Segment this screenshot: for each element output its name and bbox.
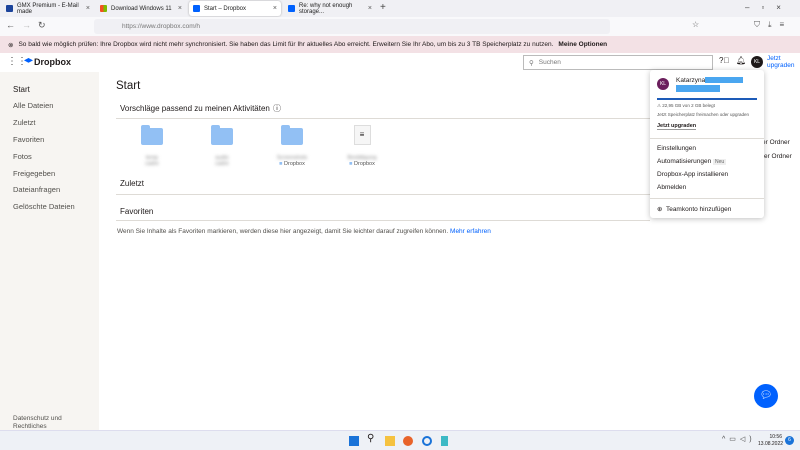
learn-more-link[interactable]: Mehr erfahren [450, 228, 491, 235]
suggestion-tile[interactable]: ≡ Bestätigung ■ Dropbox [332, 125, 392, 167]
storage-bar [657, 98, 757, 100]
bookmark-star-icon[interactable]: ☆ [692, 20, 699, 29]
sidebar-item-file-requests[interactable]: Dateianfragen [13, 185, 60, 194]
close-icon[interactable]: × [178, 5, 182, 12]
divider [650, 138, 764, 139]
sidebar-item-shared[interactable]: Freigegeben [13, 169, 55, 178]
clock[interactable]: 10:56 13.08.2022 [758, 434, 783, 448]
forward-button[interactable]: → [22, 20, 31, 30]
dropbox-icon [288, 5, 295, 12]
upgrade-link[interactable]: Jetzt upgraden [767, 55, 797, 69]
sidebar-item-all-files[interactable]: Alle Dateien [13, 101, 53, 110]
folder-icon [211, 125, 233, 145]
divider [116, 118, 650, 119]
favorites-empty-message: Wenn Sie Inhalte als Favoriten markieren… [117, 228, 491, 235]
new-badge: Neu [713, 159, 727, 165]
plus-circle-icon: ⊕ [657, 206, 663, 213]
divider [650, 198, 764, 199]
app-icon[interactable] [441, 436, 448, 446]
tab-bar: GMX Premium - E-Mail made × Download Wind… [0, 0, 800, 17]
menu-item-install-app[interactable]: Dropbox-App installieren [657, 171, 728, 178]
privacy-link[interactable]: Datenschutz und Rechtliches [13, 415, 73, 431]
windows-start-icon[interactable] [349, 436, 359, 446]
suggestions-heading: Vorschläge passend zu meinen Aktivitäten [120, 104, 270, 113]
page-title: Start [116, 80, 141, 92]
recent-heading: Zuletzt [120, 179, 145, 188]
tab-windows[interactable]: Download Windows 11 × [96, 1, 186, 16]
tab-gmx[interactable]: GMX Premium - E-Mail made × [2, 1, 94, 16]
menu-item-settings[interactable]: Einstellungen [657, 145, 696, 152]
app-icon[interactable] [422, 436, 432, 446]
divider [116, 220, 650, 221]
new-folder-button[interactable]: er Ordner [762, 139, 790, 146]
shared-folder-button[interactable]: rter Ordner [760, 153, 792, 160]
account-menu: KL Katarzyna ⚠ 22,95 GB von 2 GB belegt … [650, 70, 764, 218]
toolbar-icons[interactable]: ⛉⤓≡ [754, 20, 792, 30]
menu-item-automations[interactable]: Automatisierungen Neu [657, 158, 727, 165]
reload-button[interactable]: ↻ [38, 20, 46, 31]
upgrade-link[interactable]: Jetzt upgraden [657, 123, 697, 130]
sidebar-item-recent[interactable]: Zuletzt [13, 118, 36, 127]
document-icon: ≡ [353, 125, 371, 145]
suggestion-tile[interactable]: Screenshots ■ Dropbox [262, 125, 322, 167]
url-bar[interactable]: https://www.dropbox.com/h [94, 19, 610, 34]
storage-text: ⚠ 22,95 GB von 2 GB belegt [657, 103, 715, 108]
suggestion-tile[interactable]: temp cadre [122, 125, 182, 167]
warning-icon: ⊗ [8, 41, 14, 49]
new-tab-button[interactable]: + [380, 2, 386, 13]
my-options-link[interactable]: Meine Optionen [558, 41, 607, 48]
sidebar-item-favorites[interactable]: Favoriten [13, 135, 44, 144]
avatar[interactable]: KL [751, 56, 763, 68]
favorites-heading: Favoriten [120, 207, 154, 216]
menu-avatar: KL [657, 78, 669, 90]
storage-bar-fill [657, 98, 757, 100]
close-icon[interactable]: × [86, 5, 90, 12]
tab-forum[interactable]: Re: why not enough storage... × [284, 1, 376, 16]
suggestion-tile[interactable]: audio cadre [192, 125, 252, 167]
add-team-account[interactable]: ⊕ Teamkonto hinzufügen [657, 205, 731, 213]
taskbar: ⚲ ^▭◁) 10:56 13.08.2022 6 [0, 430, 800, 450]
sidebar-item-photos[interactable]: Fotos [13, 152, 32, 161]
close-icon[interactable]: × [368, 5, 372, 12]
folder-icon: ■ [349, 161, 353, 167]
help-icon[interactable]: ?⃝ [719, 56, 729, 65]
system-tray-icons[interactable]: ^▭◁) [722, 435, 756, 443]
app-grid-icon[interactable]: ⋮⋮ [7, 56, 27, 67]
firefox-icon[interactable] [403, 436, 413, 446]
window-controls[interactable]: –▫× [745, 3, 793, 12]
redaction [676, 85, 720, 92]
tab-dropbox[interactable]: Start – Dropbox × [189, 1, 281, 16]
folder-icon: ■ [279, 161, 283, 167]
file-explorer-icon[interactable] [385, 436, 395, 446]
folder-icon [281, 125, 303, 145]
bell-icon[interactable]: 🔔︎ [736, 56, 746, 65]
chat-button[interactable]: 💬︎ [754, 384, 778, 408]
back-button[interactable]: ← [6, 20, 15, 30]
sidebar-item-start[interactable]: Start [13, 85, 30, 94]
logo-text[interactable]: Dropbox [34, 57, 71, 67]
gmx-icon [6, 5, 13, 12]
search-icon[interactable]: ⚲ [367, 433, 377, 444]
close-icon[interactable]: × [273, 5, 277, 12]
divider [116, 194, 650, 195]
menu-item-logout[interactable]: Abmelden [657, 184, 686, 191]
info-icon[interactable]: ⓘ [273, 103, 281, 114]
storage-hint: Jetzt Speicherplatz freimachen oder upgr… [657, 112, 750, 117]
search-icon: ⚲ [529, 59, 534, 67]
folder-icon [141, 125, 163, 145]
sidebar: Start Alle Dateien Zuletzt Favoriten Fot… [0, 72, 99, 430]
search-input[interactable]: ⚲ Suchen [523, 55, 713, 70]
account-name: Katarzyna [676, 77, 706, 84]
redaction [705, 77, 743, 83]
dropbox-icon [193, 5, 200, 12]
notification-badge[interactable]: 6 [785, 436, 794, 445]
sidebar-item-deleted[interactable]: Gelöschte Dateien [13, 202, 75, 211]
microsoft-icon [100, 5, 107, 12]
warning-banner: ⊗ So bald wie möglich prüfen: Ihre Dropb… [0, 36, 800, 53]
